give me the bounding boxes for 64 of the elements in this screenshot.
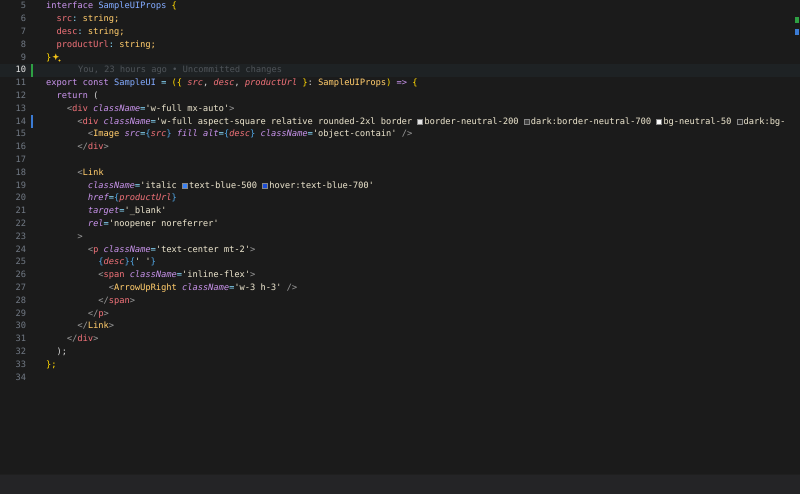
line-number: 25 [14, 257, 26, 268]
line-number: 29 [14, 308, 26, 319]
code-line: productUrl: string; [55, 40, 156, 50]
line-number: 8 [20, 40, 26, 50]
line-number: 14 [14, 116, 26, 127]
line-number: 24 [14, 244, 26, 255]
code-line: <div className='w-full mx-auto'> [66, 104, 234, 114]
line-number: 27 [14, 282, 26, 293]
line-number: 5 [20, 1, 26, 12]
code-line: {desc}{' '} [97, 257, 156, 268]
line-number: 33 [14, 360, 26, 370]
line-number: 7 [20, 26, 26, 37]
code-text: dark:border-neutral-700 [530, 116, 652, 127]
line-number: 31 [14, 334, 26, 344]
code-text: border-neutral-200 [424, 116, 520, 127]
line-number: 32 [14, 346, 26, 357]
line-number: 15 [14, 129, 26, 140]
line-number: 16 [14, 142, 26, 152]
code-line: <p className='text-center mt-2'> [86, 244, 256, 255]
code-line: interface SampleUIProps { [46, 1, 177, 12]
line-number: 12 [14, 90, 26, 101]
code-line: return ( [55, 90, 98, 101]
code-text: bg-neutral-50 [663, 116, 732, 127]
code-line: </div> [66, 334, 98, 344]
line-number: 10 [14, 65, 26, 76]
line-number: 18 [14, 168, 26, 178]
code-line: href={productUrl} [86, 193, 177, 204]
code-text: hover:text-blue-700' [269, 180, 374, 191]
code-line: src: string; [55, 14, 120, 24]
code-line: }; [46, 360, 56, 370]
code-text: className='italic [86, 180, 178, 191]
line-number: 21 [14, 206, 26, 216]
code-line: <ArrowUpRight className='w-3 h-3' /> [108, 282, 298, 293]
code-line: <Link [76, 168, 104, 178]
line-number: 6 [20, 14, 26, 24]
code-line: desc: string; [55, 26, 124, 37]
code-text: dark:bg- [744, 116, 786, 127]
code-line: > [76, 232, 83, 242]
line-number: 30 [14, 321, 26, 332]
code-line: </span> [97, 296, 135, 306]
line-number: 34 [14, 372, 26, 382]
line-number: 9 [20, 52, 26, 63]
code-line: <span className='inline-flex'> [97, 270, 256, 280]
line-number: 11 [14, 78, 26, 88]
line-number: 19 [14, 180, 26, 191]
code-text: text-blue-500 [189, 180, 258, 191]
code-line: rel='noopener noreferrer' [86, 218, 219, 229]
line-number: 20 [14, 193, 26, 204]
code-line: target='_blank' [86, 206, 166, 216]
line-number: 26 [14, 270, 26, 280]
line-number: 17 [14, 154, 26, 165]
line-number: 28 [14, 296, 26, 306]
code-text: <div className='w-full aspect-square relative rounded-2xl border [76, 116, 414, 127]
line-number: 13 [14, 104, 26, 114]
code-line: <Image src={src} fill alt={desc} className='object-contain' /> [86, 129, 412, 140]
code-line: </p> [86, 308, 109, 319]
code-line: </div> [76, 142, 109, 152]
code-line: ); [55, 346, 67, 357]
line-number: 22 [14, 218, 26, 229]
sparkle-icon[interactable] [52, 53, 62, 62]
line-number: 23 [14, 232, 26, 242]
code-line: </Link> [76, 321, 114, 332]
code-line: } [46, 52, 52, 63]
code-line: export const SampleUI = ({ src, desc, productUrl }: SampleUIProps) => { [46, 78, 418, 88]
